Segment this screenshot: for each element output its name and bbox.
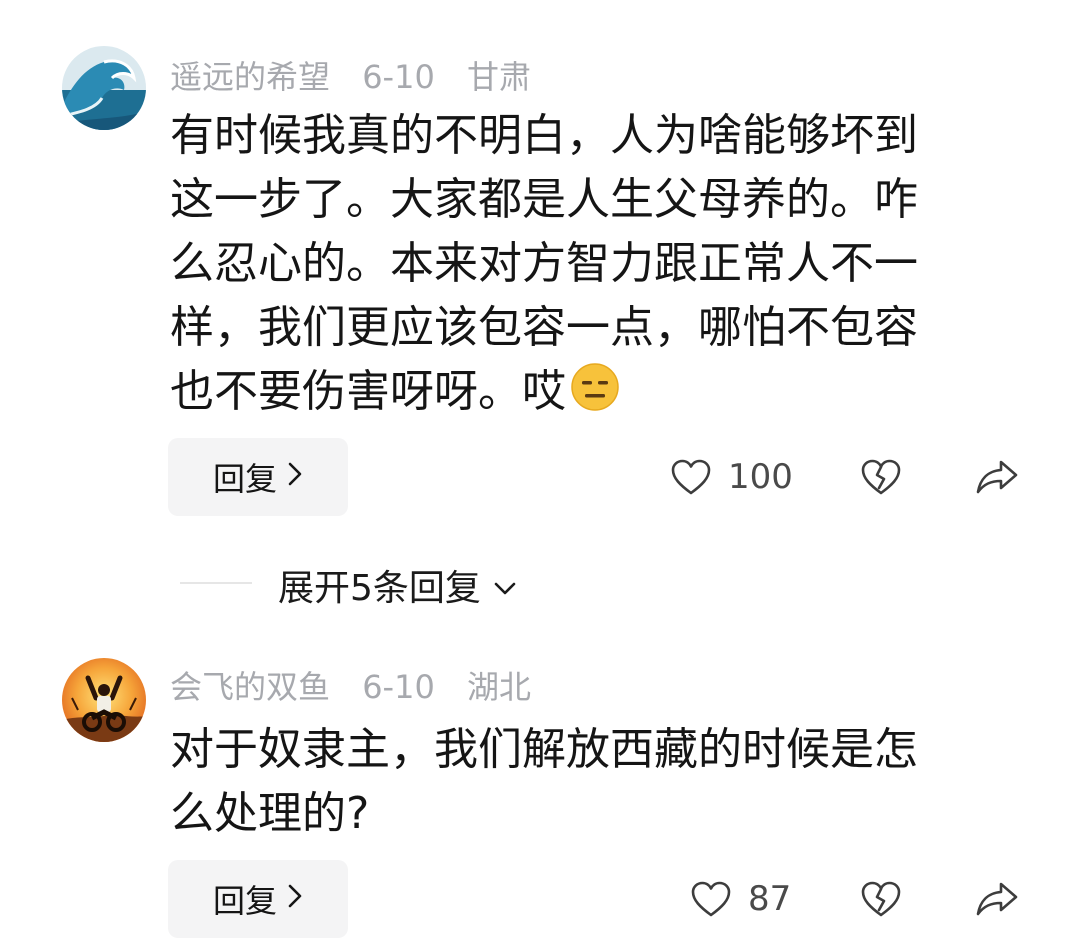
- comment-text-line: 么忍心的。本来对方智力跟正常人不一: [170, 238, 918, 289]
- heart-icon: [670, 458, 712, 496]
- comment-text: 对于奴隶主，我们解放西藏的时候是怎 么处理的?: [170, 718, 1010, 846]
- comment-text-line: 有时候我真的不明白，人为啥能够坏到: [170, 110, 918, 161]
- heart-icon: [690, 880, 732, 918]
- like-count: 100: [728, 457, 793, 497]
- dislike-button[interactable]: [860, 860, 902, 938]
- dislike-button[interactable]: [860, 438, 902, 516]
- comment-actions: 87: [0, 860, 1080, 938]
- comment-location: 甘肃: [466, 58, 531, 96]
- comment-text-line: 这一步了。大家都是人生父母养的。咋: [170, 174, 918, 225]
- expand-replies-button[interactable]: 展开5条回复: [278, 555, 517, 615]
- comment-actions: 100: [0, 438, 1080, 516]
- share-button[interactable]: [975, 438, 1019, 516]
- share-button[interactable]: [975, 860, 1019, 938]
- username[interactable]: 遥远的希望: [170, 58, 330, 96]
- expressionless-face-icon: [570, 362, 620, 412]
- comment-text-line-last: 也不要伤害呀呀。哎: [170, 360, 1010, 424]
- share-icon: [975, 880, 1019, 918]
- comment-text-line: 样，我们更应该包容一点，哪怕不包容: [170, 302, 918, 353]
- comment-text-line: 对于奴隶主，我们解放西藏的时候是怎: [170, 724, 918, 775]
- broken-heart-icon: [860, 458, 902, 496]
- comment-date: 6-10: [362, 668, 435, 706]
- divider: [180, 582, 252, 584]
- share-icon: [975, 458, 1019, 496]
- comment-text: 有时候我真的不明白，人为啥能够坏到 这一步了。大家都是人生父母养的。咋 么忍心的…: [170, 104, 1010, 424]
- avatar[interactable]: [62, 658, 146, 742]
- broken-heart-icon: [860, 880, 902, 918]
- comment-date: 6-10: [362, 58, 435, 96]
- like-button[interactable]: 100: [670, 438, 793, 516]
- comment-text-line: 么处理的?: [170, 788, 370, 839]
- username[interactable]: 会飞的双鱼: [170, 668, 330, 706]
- comment-meta: 会飞的双鱼 6-10 湖北: [170, 662, 553, 708]
- like-button[interactable]: 87: [690, 860, 791, 938]
- motorcycle-rider-avatar-icon: [62, 658, 146, 742]
- chevron-down-icon: [493, 565, 517, 606]
- like-count: 87: [748, 879, 792, 919]
- comment-thread: 遥远的希望 6-10 甘肃 有时候我真的不明白，人为啥能够坏到 这一步了。大家都…: [0, 0, 1080, 940]
- expand-replies-label: 展开5条回复: [278, 568, 481, 609]
- wave-avatar-icon: [62, 46, 146, 130]
- avatar[interactable]: [62, 46, 146, 130]
- comment-text-line: 也不要伤害呀呀。哎: [170, 366, 566, 417]
- comment-location: 湖北: [466, 668, 531, 706]
- expand-replies-row: 展开5条回复: [0, 555, 1080, 615]
- comment-meta: 遥远的希望 6-10 甘肃: [170, 52, 553, 98]
